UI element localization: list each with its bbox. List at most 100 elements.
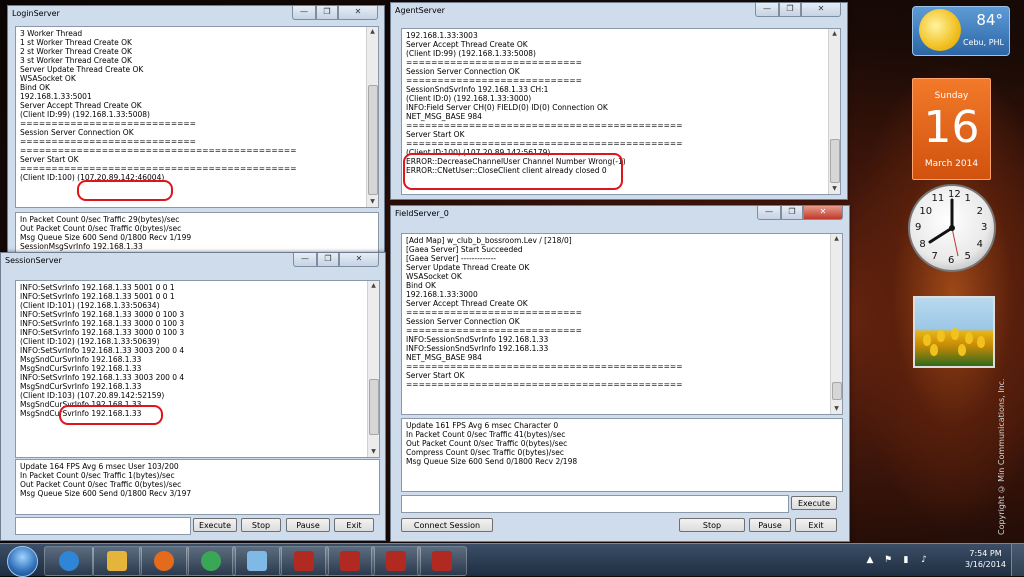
scroll-up-icon[interactable]: ▲ [367,27,378,37]
taskbar-item[interactable] [325,546,375,576]
start-button[interactable] [3,545,41,577]
vertical-scrollbar[interactable]: ▲ ▼ [366,27,378,207]
scroll-thumb[interactable] [368,85,378,195]
log-panel[interactable]: 192.168.1.33:3003 Server Accept Thread Cr… [401,28,841,195]
log-line: Server Accept Thread Create OK [20,101,142,110]
scroll-down-icon[interactable]: ▼ [829,184,840,194]
photo-slideshow-gadget[interactable] [913,296,995,368]
close-button[interactable]: ✕ [803,206,843,220]
log-line: INFO:SetSvrInfo 192.168.1.33 3000 0 100 … [20,319,185,328]
log-line: INFO:SetSvrInfo 192.168.1.33 5001 0 0 1 [20,292,175,301]
flag-icon[interactable]: ⚑ [882,554,894,566]
scroll-up-icon[interactable]: ▲ [831,234,842,244]
taskbar-clock[interactable]: 7:54 PM 3/16/2014 [965,548,1006,570]
log-panel[interactable]: INFO:SetSvrInfo 192.168.1.33 5001 0 0 1I… [15,280,380,458]
log-line: (Client ID:0) (192.168.1.33:3000) [406,94,532,103]
log-line: ============================ [20,119,196,128]
scroll-up-icon[interactable]: ▲ [829,29,840,39]
log-line: 2 st Worker Thread Create OK [20,47,132,56]
log-panel[interactable]: 3 Worker Thread 1 st Worker Thread Create… [15,26,379,208]
scroll-thumb[interactable] [830,139,840,183]
stats-lines: In Packet Count 0/sec Traffic 29(bytes)/… [20,215,364,251]
log-line: (Client ID:99) (192.168.1.33:5008) [406,49,536,58]
scroll-thumb[interactable] [369,379,379,435]
command-input[interactable] [15,517,191,535]
log-line: WSASocket OK [406,272,462,281]
execute-button[interactable]: Execute [193,518,237,532]
taskbar: ▲ ⚑ ▮ ♪ 7:54 PM 3/16/2014 [0,543,1024,577]
execute-button[interactable]: Execute [791,496,837,510]
close-button[interactable]: ✕ [801,3,841,17]
log-lines: [Add Map] w_club_b_bossroom.Lev / [218/0… [406,236,828,389]
minimize-button[interactable]: — [755,3,779,17]
log-line: In Packet Count 0/sec Traffic 41(bytes)/… [406,430,566,439]
sun-icon [919,9,961,51]
clock-numeral: 1 [964,193,971,205]
log-panel[interactable]: [Add Map] w_club_b_bossroom.Lev / [218/0… [401,233,843,415]
exit-button[interactable]: Exit [334,518,374,532]
maximize-button[interactable]: ❐ [781,206,803,220]
scroll-up-icon[interactable]: ▲ [368,281,379,291]
vertical-scrollbar[interactable]: ▲ ▼ [367,281,379,457]
session-server-window[interactable]: SessionServer — ❐ ✕ INFO:SetSvrInfo 192.… [0,252,386,541]
clock-numeral: 7 [931,250,938,262]
scroll-thumb[interactable] [832,382,842,400]
notepad-icon [247,551,267,571]
log-line: MsgSndCurSvrInfo 192.168.1.33 [20,382,142,391]
pause-button[interactable]: Pause [286,518,330,532]
network-icon[interactable]: ▮ [900,554,912,566]
exit-button[interactable]: Exit [795,518,837,532]
log-line: Bind OK [20,83,50,92]
minimize-button[interactable]: — [292,6,316,20]
taskbar-item[interactable] [92,546,142,576]
tulip-icon [923,334,931,346]
taskbar-item[interactable] [44,546,94,576]
maximize-button[interactable]: ❐ [316,6,338,20]
log-line: Out Packet Count 0/sec Traffic 0(bytes)/… [406,439,568,448]
log-line: SessionSndSvrInfo 192.168.1.33 CH:1 [406,85,549,94]
scroll-down-icon[interactable]: ▼ [831,404,842,414]
maximize-button[interactable]: ❐ [779,3,801,17]
log-line: (Client ID:99) (192.168.1.33:5008) [20,110,150,119]
stop-button[interactable]: Stop [679,518,745,532]
field-server-window[interactable]: FieldServer_0 — ❐ ✕ [Add Map] w_club_b_b… [390,205,850,542]
show-desktop-button[interactable] [1011,544,1024,576]
agent-server-window[interactable]: AgentServer — ❐ ✕ 192.168.1.33:3003 Serve… [390,2,848,200]
log-line: Bind OK [406,281,436,290]
taskbar-item[interactable] [186,546,236,576]
server-app-icon [386,551,406,571]
stats-panel: Update 164 FPS Avg 6 msec User 103/200 In… [15,459,380,515]
log-line: INFO:SetSvrInfo 192.168.1.33 3003 200 0 … [20,373,185,382]
weather-gadget[interactable]: 84° Cebu, PHL [912,6,1010,56]
vertical-scrollbar[interactable]: ▲ ▼ [830,234,842,414]
close-button[interactable]: ✕ [338,6,378,20]
scroll-down-icon[interactable]: ▼ [367,197,378,207]
log-line: [Add Map] w_club_b_bossroom.Lev / [218/0… [406,236,572,245]
close-button[interactable]: ✕ [339,253,379,267]
show-hidden-icons-icon[interactable]: ▲ [864,554,876,566]
log-line: INFO:SetSvrInfo 192.168.1.33 5001 0 0 1 [20,283,175,292]
minimize-button[interactable]: — [757,206,781,220]
minimize-button[interactable]: — [293,253,317,267]
taskbar-item[interactable] [371,546,421,576]
taskbar-item[interactable] [417,546,467,576]
calendar-gadget[interactable]: Sunday 16 March 2014 [912,78,991,180]
log-line: Msg Queue Size 600 Send 0/1800 Recv 2/19… [406,457,578,466]
login-server-window[interactable]: LoginServer — ❐ ✕ 3 Worker Thread 1 st Wo… [7,5,385,265]
tulip-icon [951,328,959,340]
taskbar-item[interactable] [279,546,329,576]
stop-button[interactable]: Stop [241,518,281,532]
clock-gadget[interactable]: 12 1 2 3 4 5 6 7 8 9 10 11 [908,184,996,272]
log-line: INFO:SetSvrInfo 192.168.1.33 3000 0 100 … [20,328,185,337]
maximize-button[interactable]: ❐ [317,253,339,267]
log-line: 192.168.1.33:3000 [406,290,478,299]
command-input[interactable] [401,495,789,513]
connect-session-button[interactable]: Connect Session [401,518,493,532]
scroll-down-icon[interactable]: ▼ [368,447,379,457]
taskbar-item[interactable] [232,546,282,576]
pause-button[interactable]: Pause [749,518,791,532]
volume-icon[interactable]: ♪ [918,554,930,566]
vertical-scrollbar[interactable]: ▲ ▼ [828,29,840,194]
taskbar-item[interactable] [139,546,189,576]
log-line: Server Start OK [406,371,465,380]
